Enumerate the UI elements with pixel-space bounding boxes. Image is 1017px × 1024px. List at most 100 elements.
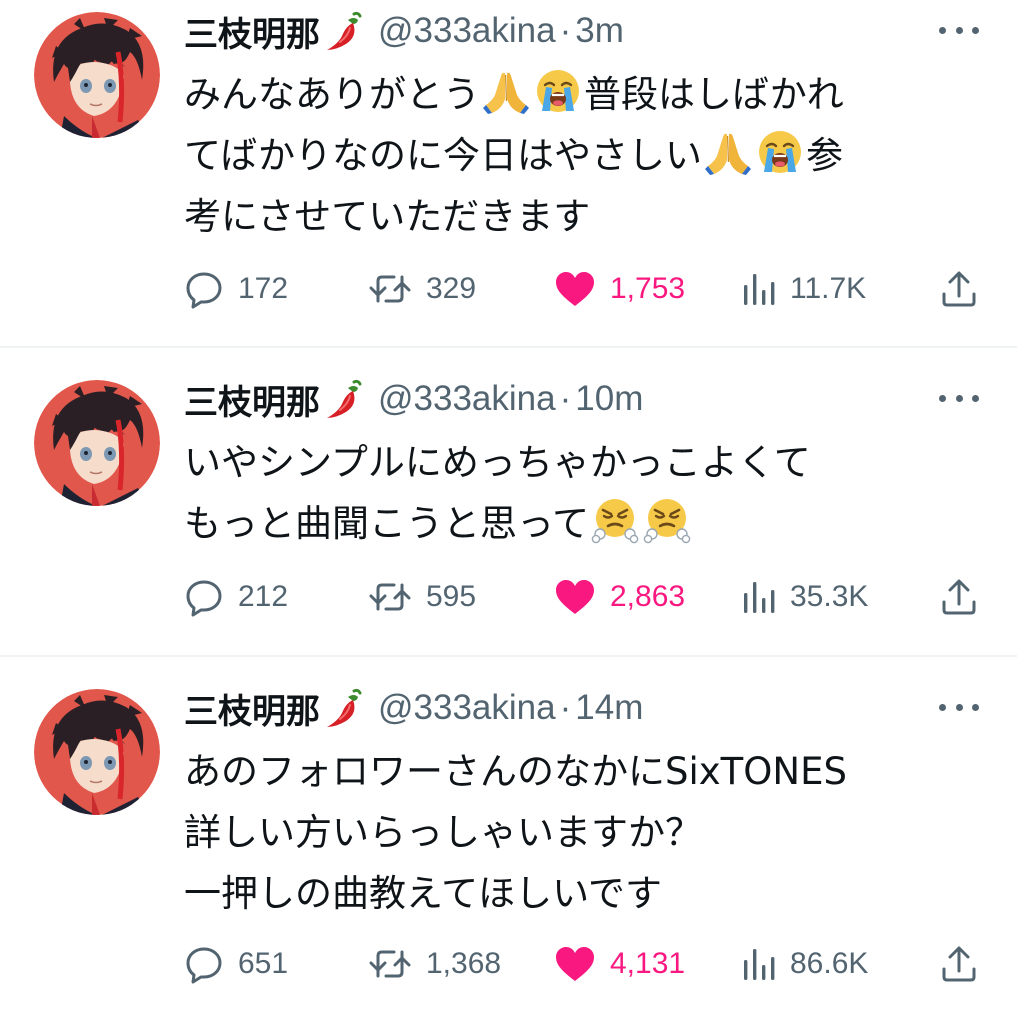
action-bar: 651 1,368 4,131 86.6K	[184, 939, 979, 989]
tweet-text-segment: 考にさせていただきます	[184, 195, 591, 238]
separator-dot: ·	[559, 379, 572, 418]
like-count: 1,753	[610, 272, 686, 305]
chili-pepper-icon	[324, 10, 364, 52]
tweet-feed: 三枝明那 @333akina · 3m みんなありがとう 普段はしばかれ てばかり…	[0, 0, 1017, 1024]
display-name[interactable]: 三枝明那	[184, 7, 320, 56]
reply-button[interactable]: 172	[184, 264, 288, 314]
more-icon[interactable]	[939, 20, 979, 40]
separator-dot: ·	[559, 688, 572, 727]
share-button[interactable]	[939, 939, 979, 989]
tweet-header: 三枝明那 @333akina · 10m	[184, 370, 937, 428]
views-button[interactable]: 86.6K	[740, 939, 868, 989]
tweet-text-segment: てばかりなのに今日はやさしい	[184, 134, 702, 177]
like-button[interactable]: 2,863	[554, 572, 685, 622]
folded-hands-emoji-icon	[705, 133, 751, 175]
tweet-text-segment: 参	[806, 134, 843, 177]
views-icon	[740, 579, 776, 615]
tweet-text-line: 詳しい方いらっしゃいますか？	[184, 802, 984, 863]
tweet-text-segment: もっと曲聞こうと思って	[184, 502, 590, 545]
display-name[interactable]: 三枝明那	[184, 375, 320, 424]
timestamp[interactable]: 14m	[575, 688, 643, 728]
avatar[interactable]	[34, 12, 160, 138]
reply-button[interactable]: 212	[184, 572, 288, 622]
steam-nose-emoji-icon	[643, 499, 691, 544]
tweet-text-segment: みんなありがとう	[184, 73, 480, 116]
tweet-text: いやシンプルにめっちゃかっこよくて もっと曲聞こうと思って	[184, 432, 984, 554]
heart-icon	[554, 578, 596, 616]
retweet-icon	[368, 946, 412, 982]
like-button[interactable]: 4,131	[554, 939, 685, 989]
reply-count: 212	[238, 580, 289, 613]
more-icon[interactable]	[939, 388, 979, 408]
tweet-text-line: いやシンプルにめっちゃかっこよくて	[184, 432, 984, 493]
timestamp[interactable]: 10m	[575, 379, 643, 419]
like-button[interactable]: 1,753	[554, 264, 685, 314]
avatar[interactable]	[34, 689, 160, 815]
reply-count: 172	[238, 272, 289, 305]
reply-icon	[184, 269, 224, 309]
retweet-count: 595	[426, 580, 477, 613]
chili-pepper-icon	[324, 687, 364, 729]
tweet-text-segment: 一押しの曲教えてほしいです	[184, 872, 663, 915]
retweet-button[interactable]: 329	[368, 264, 476, 314]
view-count: 86.6K	[790, 947, 869, 980]
tweet-text-segment: あのフォロワーさんのなかにSixTONES	[184, 750, 847, 793]
tweet-header: 三枝明那 @333akina · 3m	[184, 2, 937, 60]
tweet[interactable]: 三枝明那 @333akina · 3m みんなありがとう 普段はしばかれ てばかり…	[0, 0, 1017, 346]
handle[interactable]: @333akina	[378, 379, 556, 419]
retweet-count: 329	[426, 272, 477, 305]
tweet-header: 三枝明那 @333akina · 14m	[184, 679, 937, 737]
avatar[interactable]	[34, 380, 160, 506]
view-count: 35.3K	[790, 580, 869, 613]
reply-icon	[184, 944, 224, 984]
tweet-text-segment: 詳しい方いらっしゃいますか？	[184, 811, 702, 854]
action-bar: 212 595 2,863 35.3K	[184, 572, 979, 622]
views-icon	[740, 946, 776, 982]
tweet-text-line: 一押しの曲教えてほしいです	[184, 863, 984, 924]
loudly-crying-emoji-icon	[759, 131, 801, 173]
retweet-icon	[368, 271, 412, 307]
timestamp[interactable]: 3m	[575, 11, 624, 51]
divider	[0, 346, 1017, 348]
reply-button[interactable]: 651	[184, 939, 288, 989]
share-button[interactable]	[939, 264, 979, 314]
tweet[interactable]: 三枝明那 @333akina · 14m あのフォロワーさんのなかにSixTON…	[0, 677, 1017, 1024]
tweet-text-line: みんなありがとう 普段はしばかれ	[184, 64, 984, 125]
like-count: 4,131	[610, 947, 686, 980]
view-count: 11.7K	[790, 272, 867, 305]
chili-pepper-icon	[324, 378, 364, 420]
tweet[interactable]: 三枝明那 @333akina · 10m いやシンプルにめっちゃかっこよくて もっ…	[0, 368, 1017, 654]
more-icon[interactable]	[939, 697, 979, 717]
tweet-text-line: 考にさせていただきます	[184, 186, 984, 247]
tweet-text: あのフォロワーさんのなかにSixTONES 詳しい方いらっしゃいますか？ 一押しの曲…	[184, 741, 984, 924]
retweet-button[interactable]: 1,368	[368, 939, 501, 989]
reply-count: 651	[238, 947, 289, 980]
tweet-text-line: てばかりなのに今日はやさしい 参	[184, 125, 984, 186]
tweet-text-line: もっと曲聞こうと思って	[184, 493, 984, 554]
steam-nose-emoji-icon	[591, 499, 639, 544]
tweet-text: みんなありがとう 普段はしばかれ てばかりなのに今日はやさしい 参考にさせていただ…	[184, 64, 984, 247]
folded-hands-emoji-icon	[483, 72, 529, 114]
retweet-count: 1,368	[426, 947, 502, 980]
tweet-text-segment: 普段はしばかれ	[584, 73, 844, 116]
tweet-text-segment: いやシンプルにめっちゃかっこよくて	[184, 441, 811, 484]
loudly-crying-emoji-icon	[537, 70, 579, 112]
share-icon	[939, 944, 979, 984]
tweet-text-line: あのフォロワーさんのなかにSixTONES	[184, 741, 984, 802]
share-icon	[939, 577, 979, 617]
views-button[interactable]: 35.3K	[740, 572, 868, 622]
separator-dot: ·	[559, 11, 572, 50]
handle[interactable]: @333akina	[378, 11, 556, 51]
handle[interactable]: @333akina	[378, 688, 556, 728]
views-icon	[740, 271, 776, 307]
divider	[0, 655, 1017, 657]
retweet-button[interactable]: 595	[368, 572, 476, 622]
display-name[interactable]: 三枝明那	[184, 684, 320, 733]
heart-icon	[554, 945, 596, 983]
views-button[interactable]: 11.7K	[740, 264, 866, 314]
like-count: 2,863	[610, 580, 686, 613]
share-button[interactable]	[939, 572, 979, 622]
action-bar: 172 329 1,753 11.7K	[184, 264, 979, 314]
share-icon	[939, 269, 979, 309]
retweet-icon	[368, 579, 412, 615]
